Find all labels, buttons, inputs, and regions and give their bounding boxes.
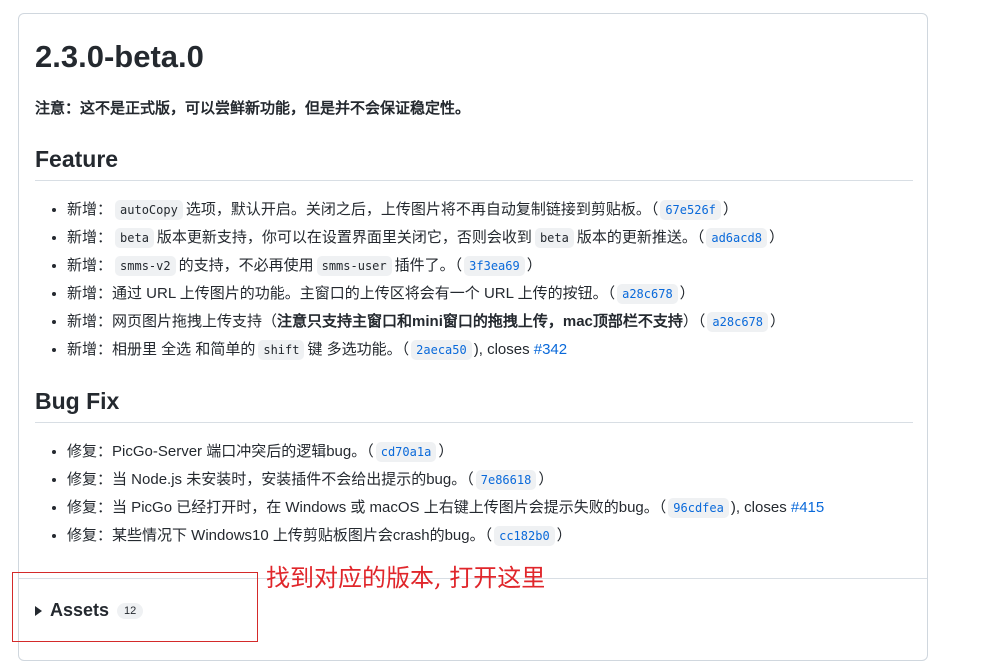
release-title: 2.3.0-beta.0 [35,39,204,74]
list-item: 新增：相册里 全选 和简单的shift键 多选功能。（2aeca50), clo… [67,336,913,364]
inline-code: beta [534,228,574,248]
inline-code: beta [115,228,154,248]
issue-link[interactable]: #415 [791,499,824,516]
issue-link[interactable]: #342 [534,341,567,358]
inline-code: autoCopy [115,200,183,220]
commit-link[interactable]: ad6acd8 [706,228,767,248]
assets-count-badge: 12 [117,602,144,619]
assets-toggle[interactable]: Assets 12 [35,600,144,621]
commit-link[interactable]: 2aeca50 [411,340,472,360]
bugfix-heading: Bug Fix [35,386,913,423]
inline-code: shift [258,340,305,360]
list-item: 修复：当 Node.js 未安装时，安装插件不会给出提示的bug。（7e8661… [67,466,913,494]
release-notice: 注意：这不是正式版，可以尝鲜新功能，但是并不会保证稳定性。 [35,100,471,117]
annotation-text: 找到对应的版本, 打开这里 [266,564,546,592]
list-item: 新增：通过 URL 上传图片的功能。主窗口的上传区将会有一个 URL 上传的按钮… [67,280,913,308]
bold-note: 注意只支持主窗口和mini窗口的拖拽上传，mac顶部栏不支持 [277,313,683,330]
list-item: 修复：PicGo-Server 端口冲突后的逻辑bug。（cd70a1a） [67,438,913,466]
inline-code: smms-v2 [115,256,176,276]
list-item: 新增：autoCopy选项，默认开启。关闭之后，上传图片将不再自动复制链接到剪贴… [67,196,913,224]
commit-link[interactable]: a28c678 [617,284,678,304]
list-item: 新增：smms-v2的支持，不必再使用smms-user插件了。（3f3ea69… [67,252,913,280]
list-item: 新增：beta版本更新支持，你可以在设置界面里关闭它，否则会收到beta版本的更… [67,224,913,252]
commit-link[interactable]: cd70a1a [375,442,437,462]
list-item: 修复：某些情况下 Windows10 上传剪贴板图片会crash的bug。（cc… [67,522,913,550]
commit-link[interactable]: a28c678 [707,312,768,332]
list-item: 修复：当 PicGo 已经打开时，在 Windows 或 macOS 上右键上传… [67,494,913,522]
list-item: 新增：网页图片拖拽上传支持（注意只支持主窗口和mini窗口的拖拽上传，mac顶部… [67,308,913,336]
bugfix-list: 修复：PicGo-Server 端口冲突后的逻辑bug。（cd70a1a） 修复… [35,438,913,550]
inline-code: smms-user [316,256,392,276]
commit-link[interactable]: 3f3ea69 [464,256,525,276]
feature-list: 新增：autoCopy选项，默认开启。关闭之后，上传图片将不再自动复制链接到剪贴… [35,196,913,364]
commit-link[interactable]: 96cdfea [668,498,729,518]
commit-link[interactable]: 67e526f [660,200,721,220]
caret-right-icon [35,605,42,616]
feature-heading: Feature [35,144,913,181]
commit-link[interactable]: 7e86618 [475,470,537,490]
assets-label: Assets [50,600,110,620]
commit-link[interactable]: cc182b0 [494,526,555,546]
